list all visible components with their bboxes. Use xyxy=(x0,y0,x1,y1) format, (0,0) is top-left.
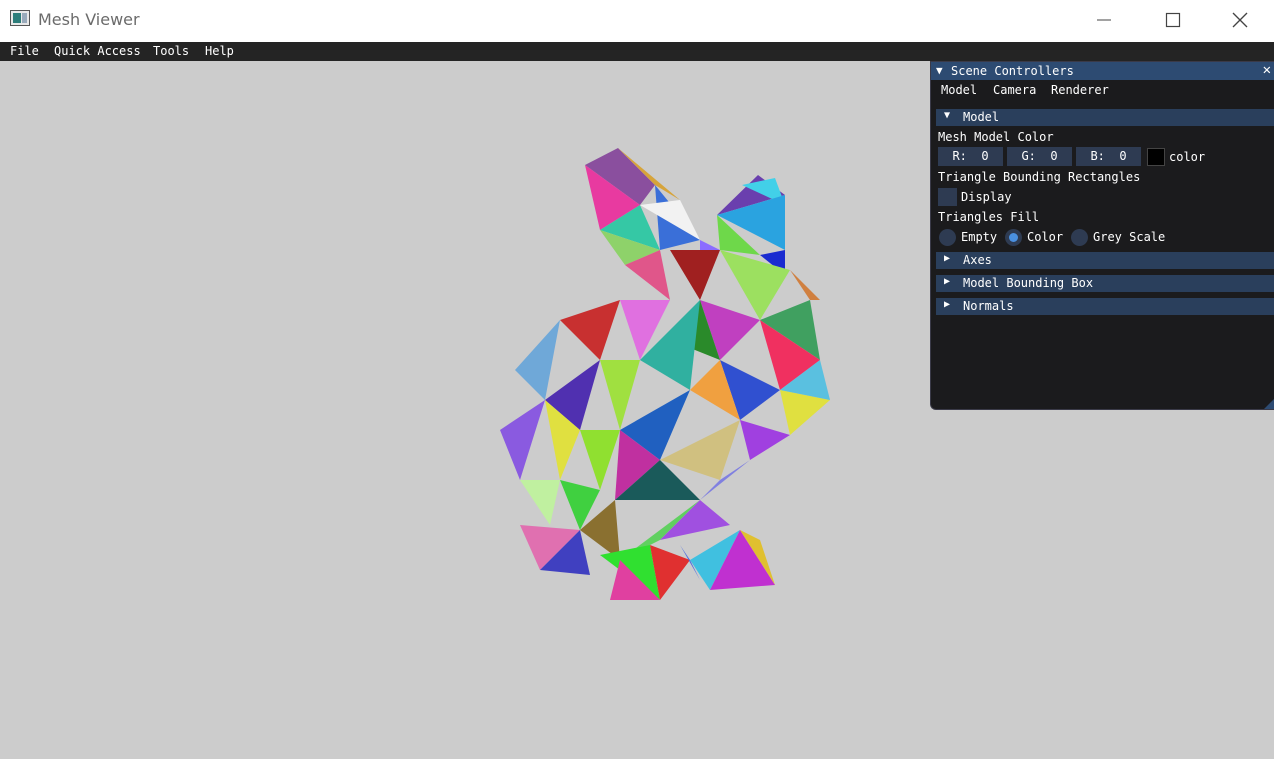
panel-titlebar[interactable]: ▼ Scene Controllers ✕ xyxy=(931,62,1274,80)
maximize-icon xyxy=(1165,12,1181,28)
menu-bar: File Quick Access Tools Help xyxy=(0,42,1274,61)
resize-grip[interactable] xyxy=(1264,399,1274,409)
close-button[interactable] xyxy=(1206,0,1274,40)
panel-title: Scene Controllers xyxy=(951,64,1074,78)
minimize-icon xyxy=(1097,19,1111,21)
maximize-button[interactable] xyxy=(1139,0,1207,40)
bbox-label: Triangle Bounding Rectangles xyxy=(938,170,1141,184)
app-icon xyxy=(10,10,30,26)
window-titlebar: Mesh Viewer xyxy=(0,0,1274,42)
mesh-triangle xyxy=(740,420,790,460)
mesh-triangle xyxy=(500,400,545,480)
menu-help[interactable]: Help xyxy=(205,42,234,61)
b-drag-field[interactable]: B: 0 xyxy=(1076,147,1141,166)
r-drag-field[interactable]: R: 0 xyxy=(938,147,1003,166)
tab-renderer[interactable]: Renderer xyxy=(1051,83,1109,97)
radio-grey-scale-label: Grey Scale xyxy=(1093,230,1166,244)
section-model-header[interactable]: ▼ Model xyxy=(936,109,1274,126)
mesh-triangle xyxy=(560,300,620,360)
fill-label: Triangles Fill xyxy=(938,210,1040,224)
menu-file[interactable]: File xyxy=(10,42,39,61)
scene-controllers-panel: ▼ Scene Controllers ✕ Model Camera Rende… xyxy=(930,61,1274,410)
display-checkbox[interactable] xyxy=(938,188,957,206)
collapsed-triangle-icon: ▶ xyxy=(944,276,951,287)
section-normals-label: Normals xyxy=(963,299,1014,313)
panel-close-icon[interactable]: ✕ xyxy=(1263,62,1271,78)
mesh-triangle xyxy=(660,500,730,540)
mesh-triangle xyxy=(790,270,820,300)
window-title: Mesh Viewer xyxy=(38,10,140,29)
mesh-color-label: Mesh Model Color xyxy=(938,130,1054,144)
mesh-triangle xyxy=(600,360,640,430)
color-word-label: color xyxy=(1169,150,1206,164)
expanded-triangle-icon: ▼ xyxy=(944,110,951,121)
radio-empty[interactable] xyxy=(939,229,956,246)
color-swatch[interactable] xyxy=(1147,148,1165,166)
collapsed-triangle-icon: ▶ xyxy=(944,299,951,310)
section-normals-header[interactable]: ▶ Normals xyxy=(936,298,1274,315)
panel-tabbar: Model Camera Renderer xyxy=(931,80,1274,101)
section-axes-label: Axes xyxy=(963,253,992,267)
radio-color[interactable] xyxy=(1005,229,1022,246)
b-field-value: B: 0 xyxy=(1090,149,1127,163)
section-model-label: Model xyxy=(963,110,1000,124)
tab-camera[interactable]: Camera xyxy=(993,83,1036,97)
close-icon xyxy=(1232,12,1248,28)
mesh-triangle xyxy=(515,320,560,400)
g-drag-field[interactable]: G: 0 xyxy=(1007,147,1072,166)
minimize-button[interactable] xyxy=(1070,0,1138,40)
mesh-triangle xyxy=(520,480,560,525)
display-label: Display xyxy=(961,190,1012,204)
section-model-bounding-box-label: Model Bounding Box xyxy=(963,276,1094,290)
section-model-bounding-box-header[interactable]: ▶ Model Bounding Box xyxy=(936,275,1274,292)
menu-tools[interactable]: Tools xyxy=(153,42,189,61)
g-field-value: G: 0 xyxy=(1021,149,1058,163)
mesh-triangle xyxy=(580,430,620,490)
radio-empty-label: Empty xyxy=(961,230,998,244)
mesh-triangle xyxy=(670,250,720,300)
collapse-triangle-icon[interactable]: ▼ xyxy=(936,64,943,77)
radio-color-label: Color xyxy=(1027,230,1064,244)
radio-grey-scale[interactable] xyxy=(1071,229,1088,246)
r-field-value: R: 0 xyxy=(952,149,989,163)
section-axes-header[interactable]: ▶ Axes xyxy=(936,252,1274,269)
menu-quick-access[interactable]: Quick Access xyxy=(54,42,141,61)
collapsed-triangle-icon: ▶ xyxy=(944,253,951,264)
tab-model[interactable]: Model xyxy=(941,83,977,97)
